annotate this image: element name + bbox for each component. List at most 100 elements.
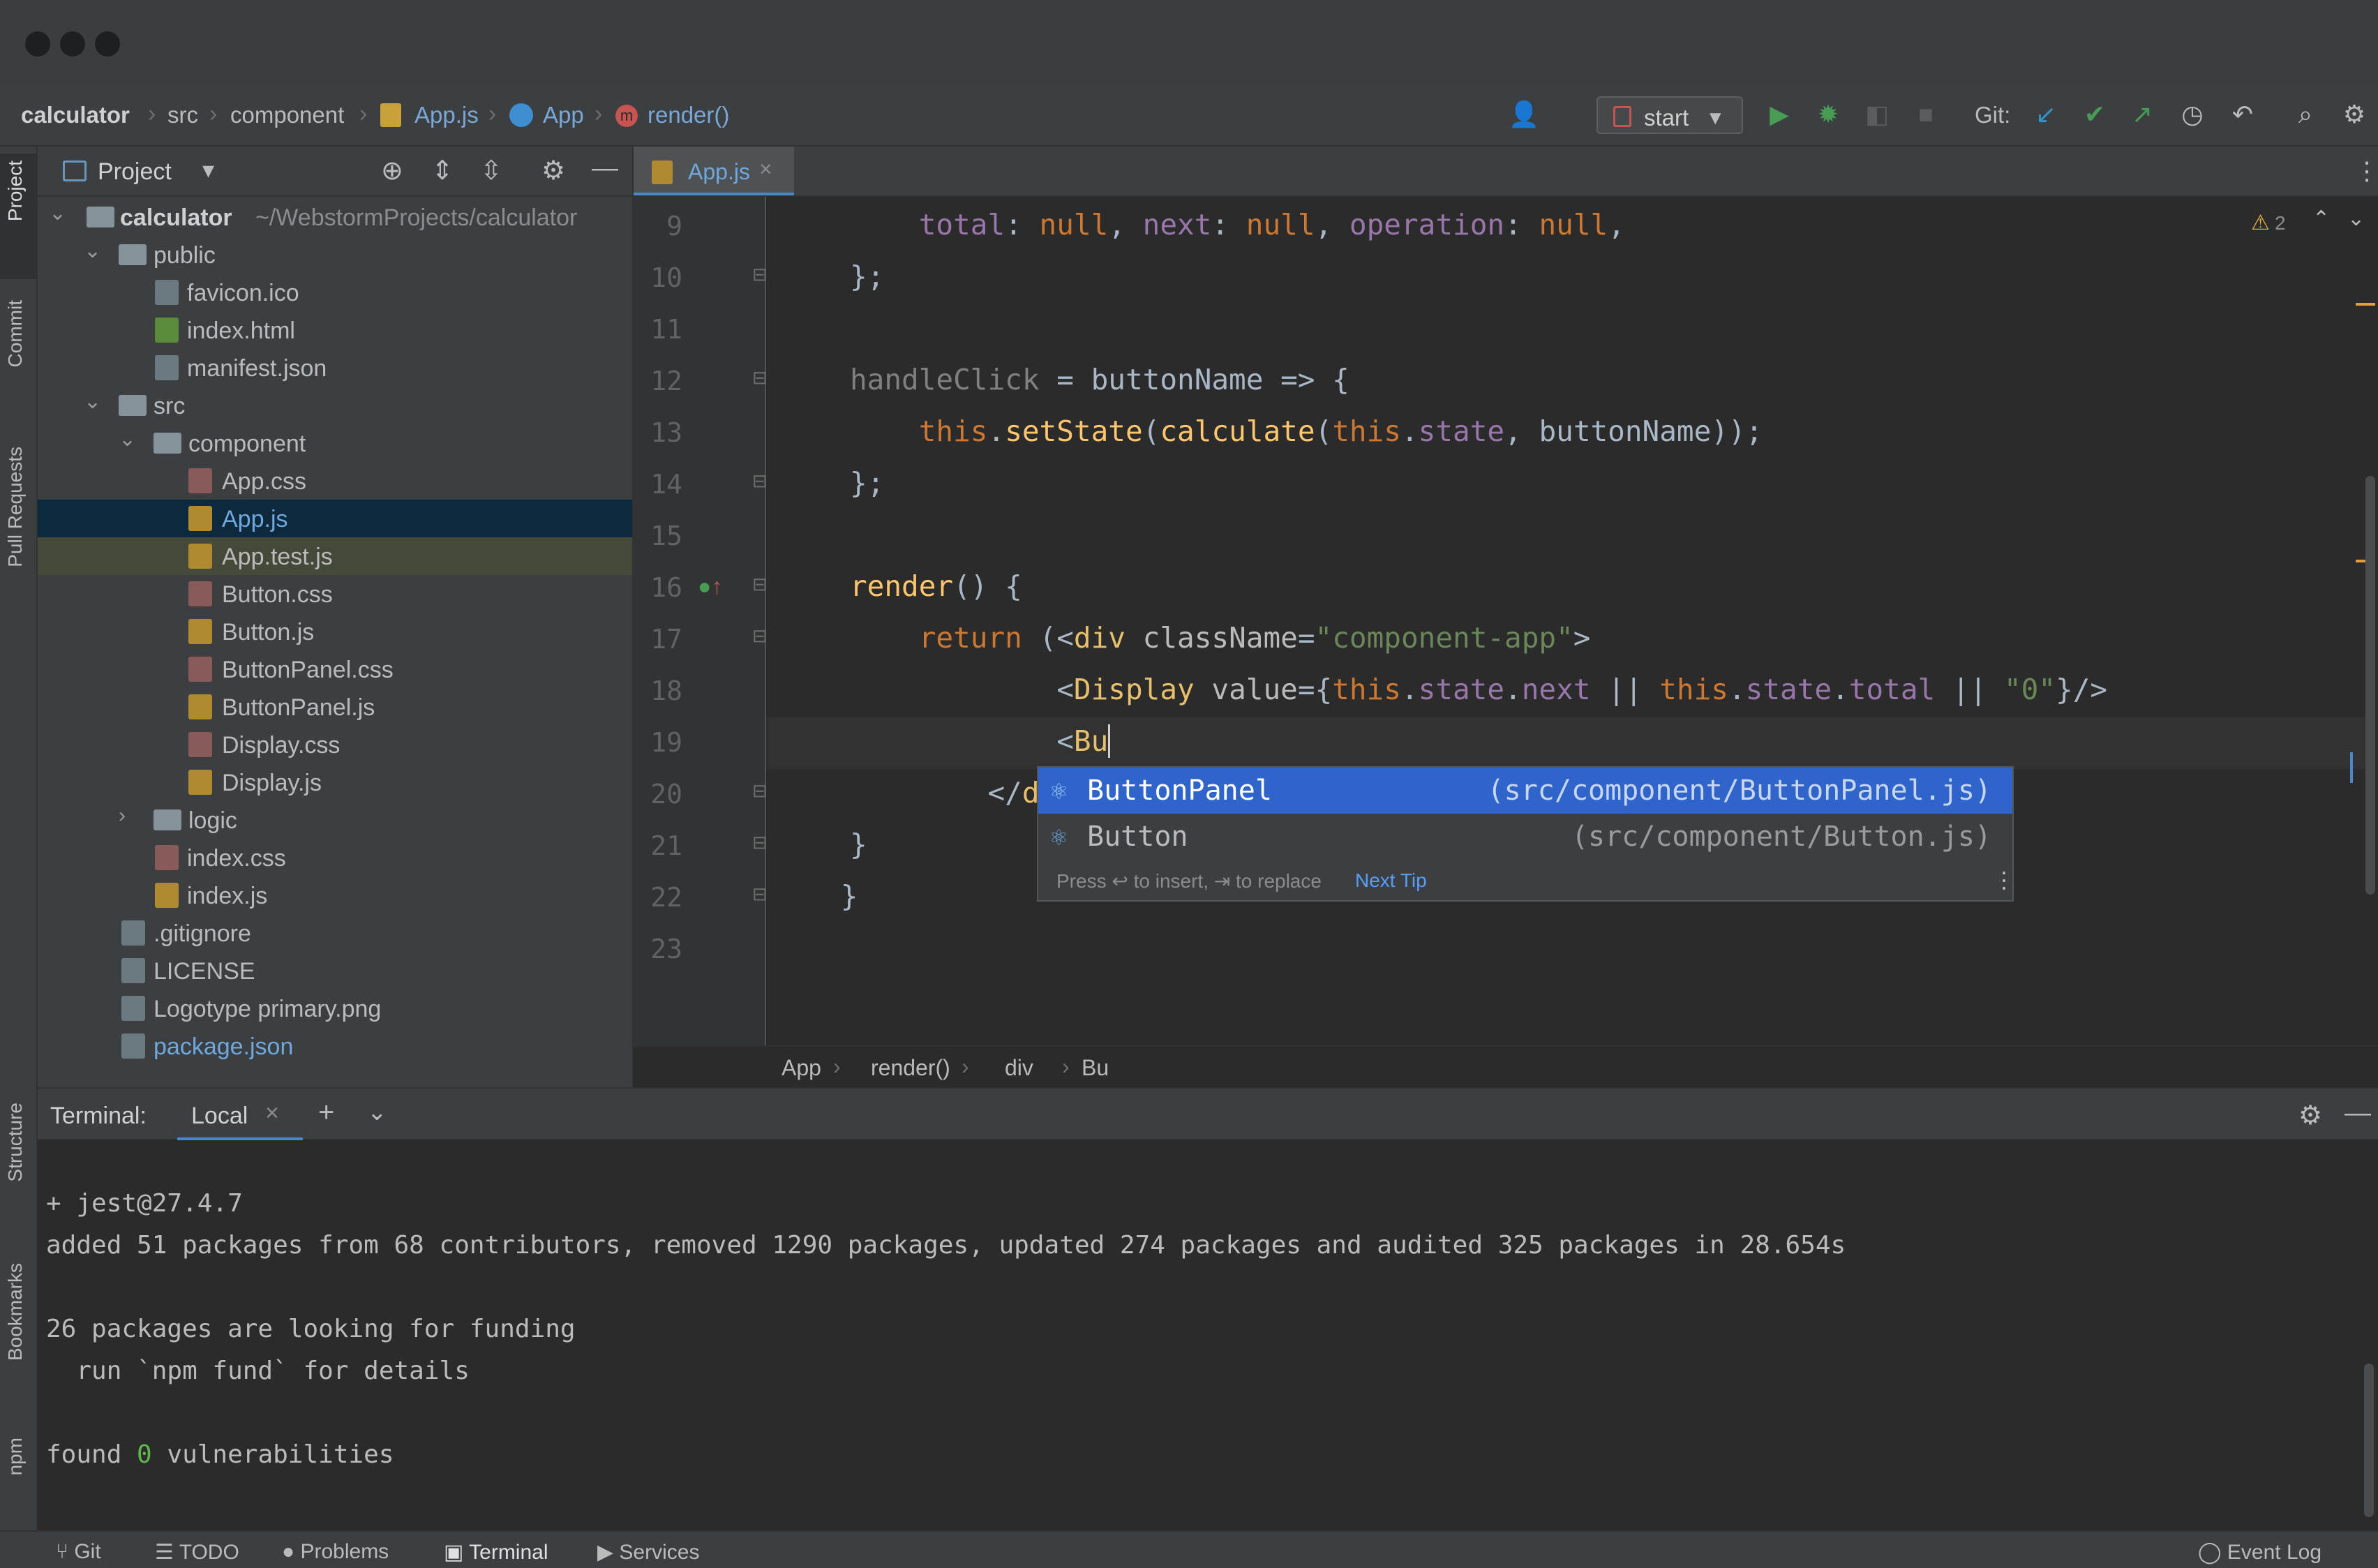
completion-item[interactable]: ⚛ Button (src/component/Button.js) [1038,814,2012,860]
stop-icon[interactable]: ■ [1909,98,1943,131]
user-icon[interactable]: 👤 [1507,98,1541,131]
coverage-icon[interactable]: ◧ [1860,98,1894,131]
tree-item-app-js[interactable]: App.js [38,500,632,537]
tree-item-label: package.json [154,1033,294,1060]
run-icon[interactable]: ▶ [1763,98,1796,131]
locate-icon[interactable]: ⊕ [381,155,403,186]
chevron-right-icon: › [594,100,603,127]
minimize-window-button[interactable] [60,31,85,57]
previous-highlight-icon[interactable]: ⌃ [2312,207,2330,231]
gear-icon[interactable]: ⚙ [541,155,565,186]
fold-icon[interactable]: ⊟ [752,780,768,802]
hide-panel-icon[interactable]: — [592,154,618,184]
chevron-down-icon[interactable]: ⌄ [367,1098,387,1126]
tool-tab-structure[interactable]: Structure [4,1103,27,1182]
rollback-icon[interactable]: ↶ [2226,98,2259,131]
tree-item-public[interactable]: ⌄ public [38,236,632,274]
tree-item-component[interactable]: ⌄ component [38,424,632,462]
status-services[interactable]: ▶ Services [597,1540,699,1565]
tree-item-display-js[interactable]: Display.js [38,763,632,801]
close-icon[interactable]: × [265,1100,279,1127]
tree-item-gitignore[interactable]: .gitignore [38,914,632,952]
status-problems[interactable]: ● Problems [282,1540,389,1564]
breadcrumb-project[interactable]: calculator [21,102,130,128]
gear-icon[interactable]: ⚙ [2338,98,2371,131]
project-view-title[interactable]: Project [98,158,172,186]
search-icon[interactable]: ⌕ [2289,98,2322,131]
git-update-icon[interactable]: ↙ [2029,98,2063,131]
tree-item-button-js[interactable]: Button.js [38,613,632,650]
terminal-output[interactable]: + jest@27.4.7 added 51 packages from 68 … [38,1140,2378,1530]
breadcrumb-render[interactable]: render() [871,1055,950,1081]
fold-icon[interactable]: ⊟ [752,264,768,285]
fold-icon[interactable]: ⊟ [752,470,768,492]
fold-icon[interactable]: ⊟ [752,574,768,595]
editor-tab-app-js[interactable]: App.js × [634,147,794,195]
override-gutter-icon[interactable]: ●↑ [698,574,722,599]
close-window-button[interactable] [25,31,50,57]
status-todo[interactable]: ☰ TODO [155,1540,239,1565]
gear-icon[interactable]: ⚙ [2298,1100,2322,1131]
tree-item-button-css[interactable]: Button.css [38,575,632,613]
tool-tab-pull-requests[interactable]: Pull Requests [4,447,27,567]
editor-scrollbar[interactable] [2365,476,2375,895]
more-options-icon[interactable]: ⋮ [2354,156,2378,186]
tool-tab-npm[interactable]: npm [4,1438,27,1475]
zoom-window-button[interactable] [95,31,120,57]
tool-tab-commit[interactable]: Commit [4,300,27,367]
tree-item-app-css[interactable]: App.css [38,462,632,500]
warning-icon[interactable]: ⚠ [2251,211,2270,235]
tree-item-manifest[interactable]: manifest.json [38,349,632,387]
completion-item[interactable]: ⚛ ButtonPanel (src/component/ButtonPanel… [1038,768,2012,814]
fold-icon[interactable]: ⊟ [752,625,768,647]
tool-tab-project[interactable]: Project [4,160,27,221]
services-icon: ▶ [597,1541,620,1564]
collapse-all-icon[interactable]: ⇳ [480,155,502,186]
terminal-scrollbar[interactable] [2364,1364,2374,1517]
debug-icon[interactable]: ✹ [1811,98,1845,131]
status-terminal[interactable]: ▣ Terminal [444,1540,548,1565]
tree-item-logotype[interactable]: Logotype primary.png [38,990,632,1027]
breadcrumb-method[interactable]: render() [648,102,729,128]
close-icon[interactable]: × [759,156,772,182]
tree-item-logic[interactable]: › logic [38,801,632,839]
breadcrumb-div[interactable]: div [1005,1055,1033,1081]
more-options-icon[interactable]: ⋮ [1993,867,2015,893]
tree-item-index-html[interactable]: index.html [38,311,632,349]
tree-item-license[interactable]: LICENSE [38,952,632,990]
history-icon[interactable]: ◷ [2176,98,2209,131]
tree-item-favicon[interactable]: favicon.ico [38,274,632,311]
tree-item-index-css[interactable]: index.css [38,839,632,876]
breadcrumb-src[interactable]: src [167,102,198,128]
hide-panel-icon[interactable]: — [2345,1098,2371,1128]
tree-item-index-js[interactable]: index.js [38,876,632,914]
run-config-selector[interactable]: start ▾ [1596,96,1743,134]
fold-icon[interactable]: ⊟ [752,367,768,389]
tree-item-package-json[interactable]: package.json [38,1027,632,1065]
expand-all-icon[interactable]: ⇕ [431,155,454,186]
terminal-tab-local[interactable]: Local × [177,1089,303,1140]
tree-item-buttonpanel-css[interactable]: ButtonPanel.css [38,650,632,688]
new-terminal-icon[interactable]: + [318,1097,334,1128]
chevron-down-icon[interactable]: ▾ [202,156,214,184]
status-event-log[interactable]: ◯ Event Log [2198,1540,2321,1565]
breadcrumb-bu[interactable]: Bu [1082,1055,1109,1081]
tree-item-calculator[interactable]: ⌄ calculator ~/WebstormProjects/calculat… [38,198,632,236]
breadcrumb-file[interactable]: App.js [414,102,479,128]
fold-icon[interactable]: ⊟ [752,832,768,853]
tree-item-src[interactable]: ⌄ src [38,387,632,424]
tool-tab-bookmarks[interactable]: Bookmarks [4,1263,27,1361]
git-push-icon[interactable]: ↗ [2125,98,2159,131]
breadcrumb-component[interactable]: component [230,102,344,128]
tree-item-app-test-js[interactable]: App.test.js [38,537,632,575]
next-highlight-icon[interactable]: ⌄ [2347,207,2365,231]
next-tip-link[interactable]: Next Tip [1355,869,1427,892]
breadcrumb-class[interactable]: App [543,102,584,128]
tree-item-buttonpanel-js[interactable]: ButtonPanel.js [38,688,632,726]
fold-icon[interactable]: ⊟ [752,883,768,905]
status-git[interactable]: ⑂ Git [56,1540,101,1564]
git-commit-icon[interactable]: ✔ [2078,98,2111,131]
breadcrumb-app[interactable]: App [782,1055,821,1081]
code-editor[interactable]: 9 10 11 12 13 14 15 16 17 18 19 20 21 22… [634,197,2378,1045]
tree-item-display-css[interactable]: Display.css [38,726,632,763]
